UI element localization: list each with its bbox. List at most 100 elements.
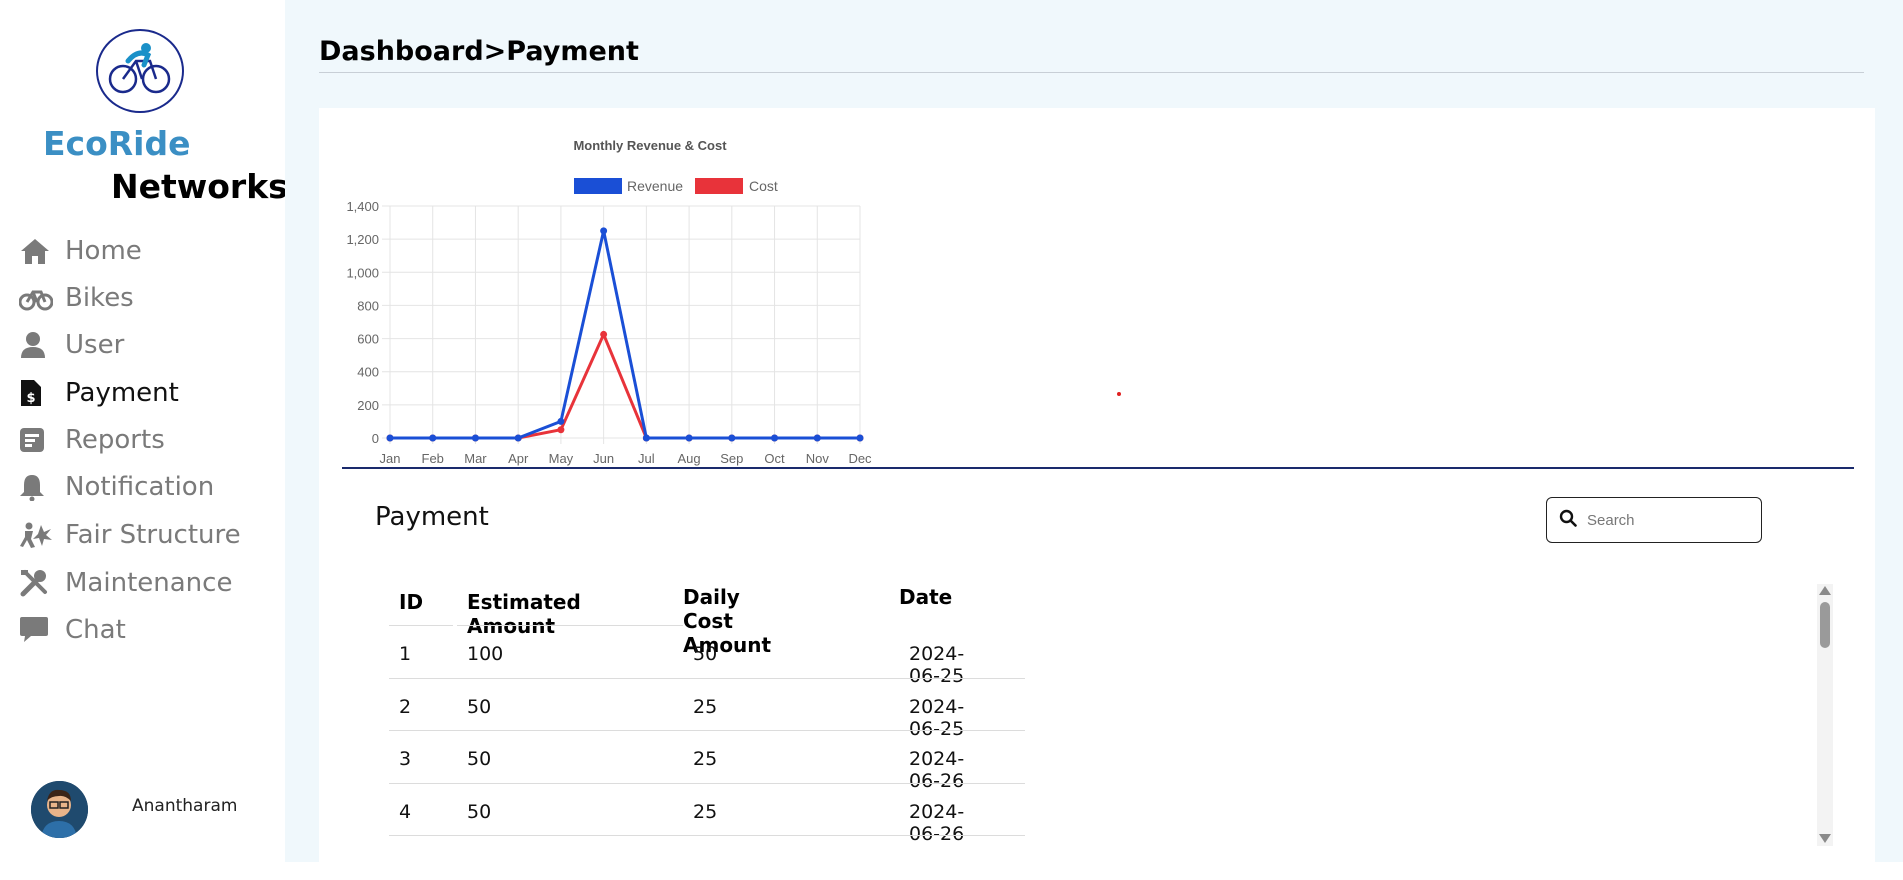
sidebar-item-maintenance[interactable]: Maintenance bbox=[19, 563, 232, 603]
cell-estimated-amount: 100 bbox=[467, 643, 504, 665]
sidebar-item-home[interactable]: Home bbox=[19, 231, 142, 271]
cell-date: 2024-06-25 bbox=[909, 696, 965, 740]
tools-icon bbox=[19, 567, 55, 599]
x-tick-label: Nov bbox=[806, 451, 830, 466]
sidebar-item-chat[interactable]: Chat bbox=[19, 610, 126, 650]
y-tick-label: 600 bbox=[357, 332, 379, 347]
series-line-cost bbox=[390, 330, 860, 440]
y-tick-label: 1,200 bbox=[346, 232, 379, 247]
chat-icon bbox=[19, 614, 55, 646]
sidebar-item-label: Bikes bbox=[65, 283, 134, 313]
x-tick-label: Aug bbox=[678, 451, 701, 466]
table-scrollbar[interactable] bbox=[1817, 584, 1833, 846]
sidebar: EcoRide Networks Home Bikes User $ Payme… bbox=[0, 0, 288, 862]
cell-daily-cost-amount: 50 bbox=[693, 643, 718, 665]
breadcrumb: Dashboard>Payment bbox=[319, 36, 639, 67]
sidebar-item-label: Payment bbox=[65, 378, 179, 408]
cell-id: 3 bbox=[399, 748, 412, 770]
cell-id: 4 bbox=[399, 801, 412, 823]
x-tick-label: Mar bbox=[464, 451, 487, 466]
revenue-cost-line-chart: Monthly Revenue & Cost Revenue Cost 0 200 400… bbox=[346, 138, 872, 466]
payment-section-title: Payment bbox=[375, 502, 489, 532]
column-header-date[interactable]: Date bbox=[899, 585, 952, 609]
sidebar-item-label: Home bbox=[65, 236, 142, 266]
cell-estimated-amount: 50 bbox=[467, 748, 492, 770]
legend-swatch-cost bbox=[695, 178, 743, 194]
x-tick-label: Jul bbox=[638, 451, 655, 466]
data-point-revenue bbox=[557, 417, 565, 425]
y-tick-label: 1,000 bbox=[346, 265, 379, 280]
data-point-revenue bbox=[813, 434, 821, 442]
y-tick-label: 0 bbox=[372, 431, 379, 446]
data-point-revenue bbox=[642, 434, 650, 442]
sidebar-item-label: Notification bbox=[65, 472, 215, 502]
y-tick-label: 400 bbox=[357, 365, 379, 380]
x-tick-label: Jun bbox=[593, 451, 614, 466]
sidebar-item-label: Fair Structure bbox=[65, 520, 241, 550]
sidebar-item-fair-structure[interactable]: Fair Structure bbox=[19, 515, 241, 555]
y-tick-label: 1,400 bbox=[346, 199, 379, 214]
data-point-cost bbox=[557, 426, 565, 434]
scroll-down-arrow-icon[interactable] bbox=[1819, 834, 1831, 843]
data-point-revenue bbox=[471, 434, 479, 442]
brand-name-line1: EcoRide bbox=[43, 124, 191, 163]
sidebar-item-reports[interactable]: Reports bbox=[19, 420, 165, 460]
legend-label-revenue: Revenue bbox=[627, 178, 683, 194]
user-name: Anantharam bbox=[132, 796, 238, 816]
header-divider bbox=[319, 72, 1864, 73]
bike-icon bbox=[19, 282, 55, 314]
sidebar-item-notification[interactable]: Notification bbox=[19, 467, 214, 507]
fair-structure-icon bbox=[19, 519, 55, 551]
x-tick-label: Sep bbox=[720, 451, 743, 466]
search-input[interactable] bbox=[1587, 511, 1747, 529]
sidebar-item-bikes[interactable]: Bikes bbox=[19, 278, 134, 318]
cell-id: 2 bbox=[399, 696, 412, 718]
scroll-up-arrow-icon[interactable] bbox=[1819, 586, 1831, 595]
scrollbar-thumb[interactable] bbox=[1820, 602, 1830, 648]
row-divider bbox=[389, 783, 1025, 784]
sidebar-item-user[interactable]: User bbox=[19, 325, 124, 365]
data-point-revenue bbox=[685, 434, 693, 442]
y-tick-label: 200 bbox=[357, 398, 379, 413]
cell-id: 1 bbox=[399, 643, 412, 665]
data-point-revenue bbox=[429, 434, 437, 442]
column-header-estimated-amount[interactable]: Estimated Amount bbox=[467, 590, 581, 638]
bicycle-logo-icon bbox=[96, 29, 184, 113]
header-underline bbox=[457, 625, 683, 626]
row-divider bbox=[389, 678, 1025, 679]
sidebar-item-label: User bbox=[65, 330, 125, 360]
sidebar-item-payment[interactable]: $ Payment bbox=[19, 373, 179, 413]
cell-date: 2024-06-26 bbox=[909, 748, 965, 792]
data-point-revenue bbox=[771, 434, 779, 442]
section-divider bbox=[342, 467, 1854, 469]
cell-estimated-amount: 50 bbox=[467, 696, 492, 718]
data-point-revenue bbox=[856, 434, 864, 442]
search-box[interactable] bbox=[1546, 497, 1762, 543]
cell-daily-cost-amount: 25 bbox=[693, 696, 718, 718]
report-icon bbox=[19, 424, 55, 456]
y-tick-label: 800 bbox=[357, 298, 379, 313]
user-icon bbox=[19, 329, 55, 361]
cell-daily-cost-amount: 25 bbox=[693, 748, 718, 770]
avatar[interactable] bbox=[31, 781, 88, 838]
row-divider bbox=[389, 835, 1025, 836]
data-point-revenue bbox=[386, 434, 394, 442]
main-content: Dashboard>Payment Monthly Revenue & Cost… bbox=[285, 0, 1903, 862]
content-card: Monthly Revenue & Cost Revenue Cost 0 200 400… bbox=[319, 108, 1875, 862]
red-dot-marker bbox=[1117, 392, 1121, 396]
column-header-id[interactable]: ID bbox=[399, 590, 423, 614]
sidebar-item-label: Reports bbox=[65, 425, 165, 455]
x-tick-label: May bbox=[549, 451, 574, 466]
legend-swatch-revenue bbox=[574, 178, 622, 194]
brand-name-line2: Networks bbox=[111, 167, 288, 206]
x-tick-label: Apr bbox=[508, 451, 529, 466]
x-tick-label: Oct bbox=[764, 451, 785, 466]
x-tick-label: Dec bbox=[848, 451, 872, 466]
search-icon bbox=[1559, 509, 1577, 532]
payment-file-icon: $ bbox=[19, 377, 55, 409]
row-divider bbox=[389, 730, 1025, 731]
cell-date: 2024-06-25 bbox=[909, 643, 965, 687]
cell-date: 2024-06-26 bbox=[909, 801, 965, 845]
data-point-revenue bbox=[514, 434, 522, 442]
app-window: EcoRide Networks Home Bikes User $ Payme… bbox=[0, 0, 1903, 862]
